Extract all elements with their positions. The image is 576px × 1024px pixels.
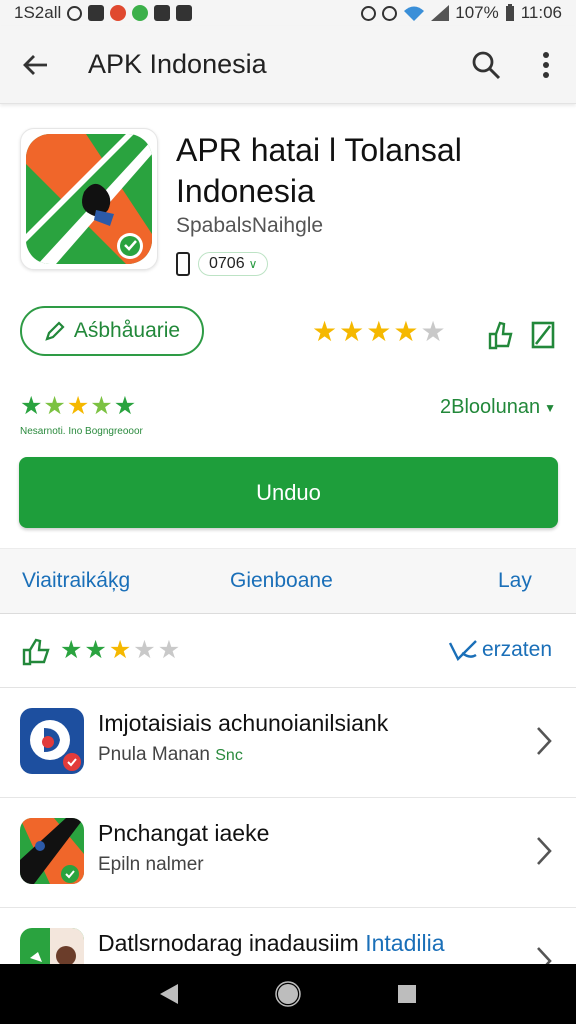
- star-icon: ★: [20, 392, 43, 420]
- caret-down-icon: ▼: [544, 400, 556, 415]
- tab-0[interactable]: Viaitraikáķg: [22, 569, 130, 593]
- developer-name[interactable]: SpabalsNaihgle: [176, 214, 323, 238]
- star-icon: ★: [366, 316, 392, 347]
- summary-stars: ★ ★ ★ ★ ★: [20, 394, 136, 419]
- wifi-icon: [404, 6, 425, 21]
- star-icon: ★: [339, 316, 365, 347]
- status-text: 1S2all: [14, 3, 62, 22]
- app-icon: [20, 128, 158, 270]
- star-half-icon: ★: [420, 316, 446, 347]
- tab-2[interactable]: Lay: [498, 569, 532, 593]
- star-icon: ★: [113, 392, 137, 420]
- more-vert-icon: [543, 51, 549, 78]
- edit-icon: [448, 640, 477, 661]
- star-empty-icon: ★: [157, 636, 181, 664]
- notification-icon: [110, 5, 127, 21]
- back-arrow-icon: [23, 54, 47, 75]
- list-item[interactable]: Pnchangat iaeke Epiln nalmer: [0, 798, 576, 908]
- message-icon: [132, 5, 149, 21]
- list-item-title-highlight: Intadilia: [365, 930, 445, 956]
- downloads-count: 2Bloolunan: [440, 396, 541, 418]
- app-bar: APK Indonesia: [0, 26, 576, 104]
- chevron-down-icon: ∨: [248, 257, 258, 271]
- star-icon: ★: [66, 392, 90, 420]
- download-icon: [176, 5, 193, 21]
- device-icon: [176, 252, 190, 276]
- chevron-right-icon: [537, 727, 552, 755]
- tab-1[interactable]: Gienboane: [230, 569, 333, 593]
- app-name: APR hatai l Tolansal Indonesia: [176, 132, 462, 209]
- more-options-button[interactable]: [516, 26, 576, 104]
- vibrate-icon: [382, 5, 398, 21]
- list-item-developer: Epiln nalmer: [98, 854, 204, 875]
- star-icon: ★: [108, 636, 132, 664]
- star-empty-icon: ★: [133, 636, 156, 664]
- list-item-title: Pnchangat iaeke: [98, 820, 270, 846]
- system-nav-bar: [0, 964, 576, 1024]
- star-icon: ★: [60, 636, 83, 664]
- wishlist-button[interactable]: Aśbhåuarie: [20, 306, 204, 356]
- review-link-label: erzaten: [481, 638, 552, 661]
- chevron-right-icon: [537, 837, 552, 865]
- wishlist-label: Aśbhåuarie: [73, 319, 181, 342]
- search-button[interactable]: [456, 26, 516, 104]
- app-icon: [20, 818, 84, 884]
- rating-chip[interactable]: 0706 ∨: [198, 252, 269, 276]
- flag-icon[interactable]: [530, 320, 558, 350]
- page-title: APK Indonesia: [88, 49, 267, 79]
- star-icon: ★: [312, 316, 338, 347]
- battery-icon: [505, 4, 514, 21]
- list-item-tag: Snc: [215, 747, 243, 764]
- star-icon: ★: [393, 316, 419, 347]
- app-logo-icon: [20, 818, 84, 884]
- rating-stars: ★ ★ ★ ★ ★: [312, 318, 446, 346]
- downloads-dropdown[interactable]: 2Bloolunan ▼: [440, 396, 556, 419]
- thumbs-up-icon[interactable]: [22, 638, 52, 666]
- install-button[interactable]: Unduo: [19, 457, 558, 528]
- status-bar: 1S2all 107% 11:06: [0, 0, 576, 26]
- write-review-link[interactable]: erzaten: [448, 638, 552, 662]
- star-icon: ★: [90, 392, 113, 420]
- back-button[interactable]: [0, 26, 70, 104]
- list-item-title-text: Datlsrnodarag inadausiim: [98, 930, 359, 956]
- search-icon: [472, 51, 501, 79]
- pencil-icon: [45, 321, 65, 341]
- app-logo-icon: [20, 708, 84, 774]
- review-row: ★ ★ ★ ★ ★ erzaten: [0, 614, 576, 688]
- tab-bar: Viaitraikáķg Gienboane Lay: [0, 548, 576, 614]
- nav-recents-icon[interactable]: [396, 983, 418, 1005]
- status-left: 1S2all: [14, 3, 193, 23]
- list-item-subtitle: Pnula Manan Snc: [98, 744, 243, 766]
- nav-back-icon[interactable]: [158, 982, 180, 1006]
- chip-value: 0706: [209, 255, 245, 272]
- window-icon: [88, 5, 105, 21]
- battery-percent: 107%: [455, 3, 499, 22]
- content-rating: 0706 ∨: [176, 250, 269, 278]
- nav-home-icon[interactable]: [275, 981, 301, 1007]
- app-logo-icon: [26, 134, 152, 264]
- signal-icon: [431, 5, 450, 21]
- star-icon: ★: [43, 392, 66, 420]
- share-icon[interactable]: [486, 320, 514, 350]
- list-item[interactable]: Imjotaisiais achunoianilsiank Pnula Mana…: [0, 688, 576, 798]
- rating-caption: Nesarnoti. Ino Bogngreooor: [20, 426, 143, 437]
- list-item-title: Imjotaisiais achunoianilsiank: [98, 710, 389, 736]
- app-icon: [20, 708, 84, 774]
- sync-icon: [67, 5, 83, 21]
- list-item-subtitle: Epiln nalmer: [98, 854, 204, 876]
- list-item-developer: Pnula Manan: [98, 744, 210, 765]
- list-item-title: Datlsrnodarag inadausiim Intadilia: [98, 930, 444, 957]
- star-icon: ★: [84, 636, 107, 664]
- alarm-icon: [361, 5, 377, 21]
- review-stars: ★ ★ ★ ★ ★: [60, 638, 180, 663]
- clock: 11:06: [520, 3, 562, 22]
- status-right: 107% 11:06: [361, 3, 562, 23]
- gallery-icon: [154, 5, 171, 21]
